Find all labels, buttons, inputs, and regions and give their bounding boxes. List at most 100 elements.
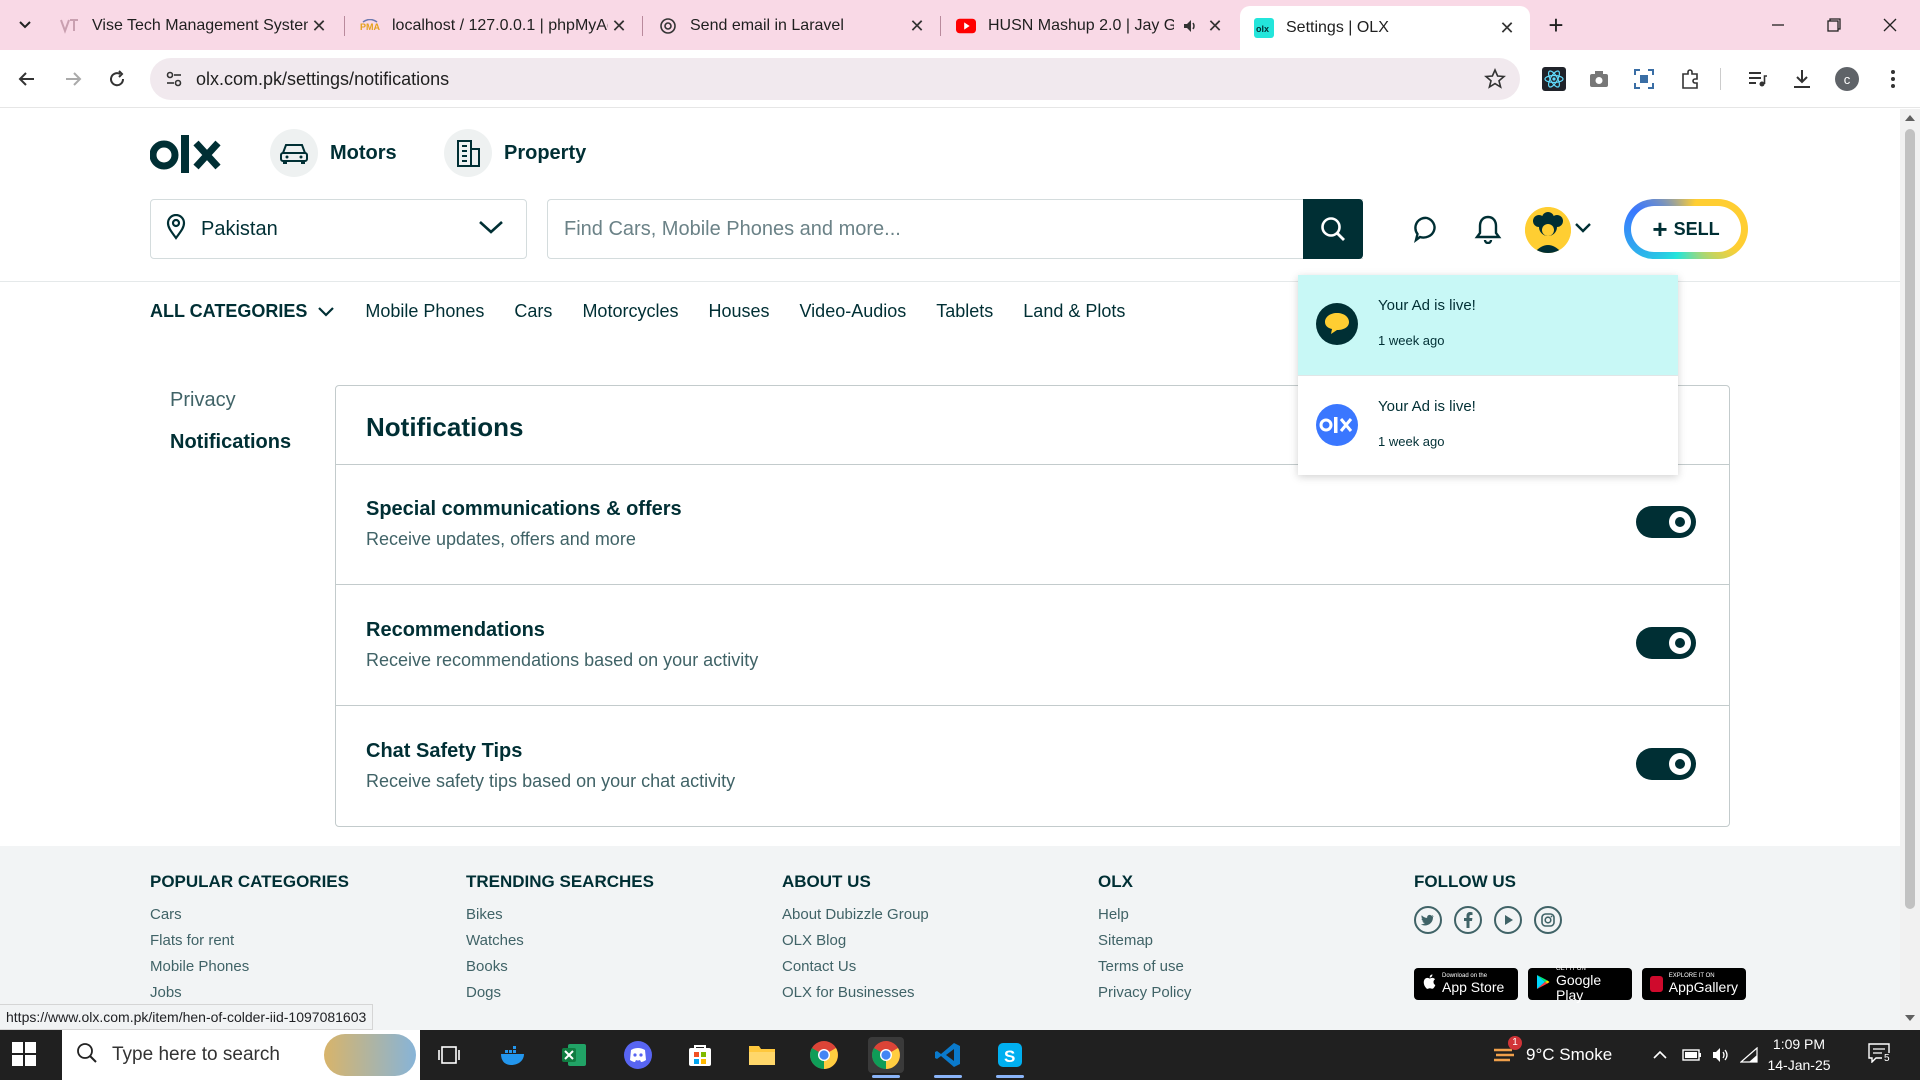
taskbar-clock[interactable]: 1:09 PM 14-Jan-25 — [1754, 1034, 1844, 1076]
footer-link[interactable]: Sitemap — [1098, 932, 1191, 958]
close-tab-icon[interactable]: ✕ — [1204, 15, 1226, 37]
footer-link[interactable]: Dogs — [466, 984, 654, 1010]
extensions-button[interactable] — [1677, 66, 1703, 92]
close-window-button[interactable] — [1868, 10, 1912, 40]
excel-app[interactable] — [556, 1037, 592, 1073]
search-button[interactable] — [1303, 199, 1363, 259]
forward-button[interactable] — [58, 64, 88, 94]
user-avatar[interactable] — [1525, 207, 1571, 253]
footer-link[interactable]: About Dubizzle Group — [782, 906, 929, 932]
browser-tab[interactable]: Send email in Laravel ✕ — [644, 8, 940, 44]
profile-button[interactable]: c — [1834, 66, 1860, 92]
task-view-button[interactable] — [431, 1037, 467, 1073]
facebook-icon[interactable] — [1454, 906, 1482, 934]
file-explorer-app[interactable] — [744, 1037, 780, 1073]
screen-capture-extension[interactable] — [1631, 66, 1657, 92]
footer-link[interactable]: Help — [1098, 906, 1191, 932]
scrollbar-thumb[interactable] — [1905, 129, 1915, 909]
sidebar-item-notifications[interactable]: Notifications — [170, 431, 291, 454]
weather-widget[interactable]: 1 9°C Smoke — [1492, 1030, 1612, 1080]
category-link-motorcycles[interactable]: Motorcycles — [582, 301, 678, 322]
minimize-button[interactable] — [1756, 10, 1800, 40]
close-tab-icon[interactable]: ✕ — [1496, 17, 1518, 39]
footer-link[interactable]: Contact Us — [782, 958, 929, 984]
chrome-app-active[interactable] — [868, 1037, 904, 1078]
app-gallery-badge[interactable]: EXPLORE IT ON AppGallery — [1642, 968, 1746, 1000]
microsoft-store-app[interactable] — [682, 1037, 718, 1073]
battery-status[interactable] — [1682, 1030, 1702, 1080]
media-controls-button[interactable] — [1744, 66, 1770, 92]
show-hidden-icons-button[interactable] — [1652, 1030, 1668, 1080]
sell-button[interactable]: + SELL — [1624, 199, 1748, 259]
back-button[interactable] — [12, 64, 42, 94]
browser-tab[interactable]: Vise Tech Management System ✕ — [46, 8, 342, 44]
sidebar-item-privacy[interactable]: Privacy — [170, 389, 236, 412]
twitter-icon[interactable] — [1414, 906, 1442, 934]
category-link-tablets[interactable]: Tablets — [936, 301, 993, 322]
youtube-play-icon[interactable] — [1494, 906, 1522, 934]
taskbar-search[interactable]: Type here to search — [62, 1030, 420, 1080]
new-tab-button[interactable]: + — [1542, 12, 1570, 40]
action-center-button[interactable]: 5 — [1868, 1030, 1892, 1080]
url-text[interactable]: olx.com.pk/settings/notifications — [196, 69, 449, 90]
footer-link[interactable]: Terms of use — [1098, 958, 1191, 984]
footer-link[interactable]: Privacy Policy — [1098, 984, 1191, 1010]
footer-link[interactable]: Bikes — [466, 906, 654, 932]
category-link-mobile-phones[interactable]: Mobile Phones — [365, 301, 484, 322]
browser-menu-button[interactable] — [1880, 66, 1906, 92]
footer-link[interactable]: Watches — [466, 932, 654, 958]
footer-link[interactable]: OLX for Businesses — [782, 984, 929, 1010]
browser-tab[interactable]: HUSN Mashup 2.0 | Jay Guldekar ✕ — [942, 8, 1238, 44]
bookmark-star-icon[interactable] — [1484, 67, 1506, 90]
category-link-video-audios[interactable]: Video-Audios — [800, 301, 907, 322]
location-selector[interactable]: Pakistan — [150, 199, 527, 259]
restore-button[interactable] — [1812, 10, 1856, 40]
notification-item[interactable]: Your Ad is live! 1 week ago — [1298, 275, 1678, 375]
docker-app[interactable] — [496, 1037, 532, 1073]
search-input[interactable] — [548, 200, 1363, 258]
instagram-icon[interactable] — [1534, 906, 1562, 934]
close-tab-icon[interactable]: ✕ — [308, 15, 330, 37]
chrome-app[interactable] — [806, 1037, 842, 1073]
chevron-down-icon[interactable] — [1574, 221, 1592, 239]
chat-button[interactable] — [1409, 211, 1445, 247]
address-bar[interactable]: olx.com.pk/settings/notifications — [150, 58, 1520, 100]
app-store-badge[interactable]: Download on the App Store — [1414, 968, 1518, 1000]
footer-link[interactable]: OLX Blog — [782, 932, 929, 958]
category-link-land-plots[interactable]: Land & Plots — [1023, 301, 1125, 322]
close-tab-icon[interactable]: ✕ — [608, 15, 630, 37]
browser-tab[interactable]: PMA localhost / 127.0.0.1 | phpMyAdmin ✕ — [346, 8, 642, 44]
speaker-icon[interactable] — [1180, 16, 1200, 36]
top-category-property[interactable]: Property — [444, 129, 586, 177]
footer-link[interactable]: Books — [466, 958, 654, 984]
start-button[interactable] — [12, 1042, 36, 1071]
footer-link[interactable]: Flats for rent — [150, 932, 349, 958]
notifications-button[interactable] — [1470, 211, 1506, 247]
skype-app[interactable]: S — [992, 1037, 1028, 1078]
footer-link[interactable]: Cars — [150, 906, 349, 932]
scroll-up-arrow-icon[interactable] — [1905, 115, 1915, 121]
all-categories-button[interactable]: ALL CATEGORIES — [150, 301, 335, 322]
scroll-down-arrow-icon[interactable] — [1905, 1015, 1915, 1021]
volume-control[interactable] — [1712, 1030, 1730, 1080]
olx-logo[interactable] — [149, 135, 222, 180]
google-play-badge[interactable]: GET IT ON Google Play — [1528, 966, 1632, 1002]
top-category-motors[interactable]: Motors — [270, 129, 397, 177]
close-tab-icon[interactable]: ✕ — [906, 15, 928, 37]
footer-link[interactable]: Mobile Phones — [150, 958, 349, 984]
recommendations-toggle[interactable] — [1636, 627, 1696, 659]
site-settings-icon[interactable] — [164, 69, 184, 89]
category-link-cars[interactable]: Cars — [514, 301, 552, 322]
browser-tab-active[interactable]: olx Settings | OLX ✕ — [1240, 6, 1530, 50]
react-devtools-extension[interactable] — [1541, 66, 1567, 92]
downloads-button[interactable] — [1789, 66, 1815, 92]
notification-item[interactable]: Your Ad is live! 1 week ago — [1298, 376, 1678, 476]
vscode-app[interactable] — [930, 1037, 966, 1078]
screenshot-extension[interactable] — [1586, 66, 1612, 92]
chat-safety-tips-toggle[interactable] — [1636, 748, 1696, 780]
tab-search-button[interactable] — [10, 10, 40, 40]
category-link-houses[interactable]: Houses — [708, 301, 769, 322]
discord-app[interactable] — [620, 1037, 656, 1073]
page-scrollbar[interactable] — [1900, 109, 1920, 1030]
special-offers-toggle[interactable] — [1636, 506, 1696, 538]
